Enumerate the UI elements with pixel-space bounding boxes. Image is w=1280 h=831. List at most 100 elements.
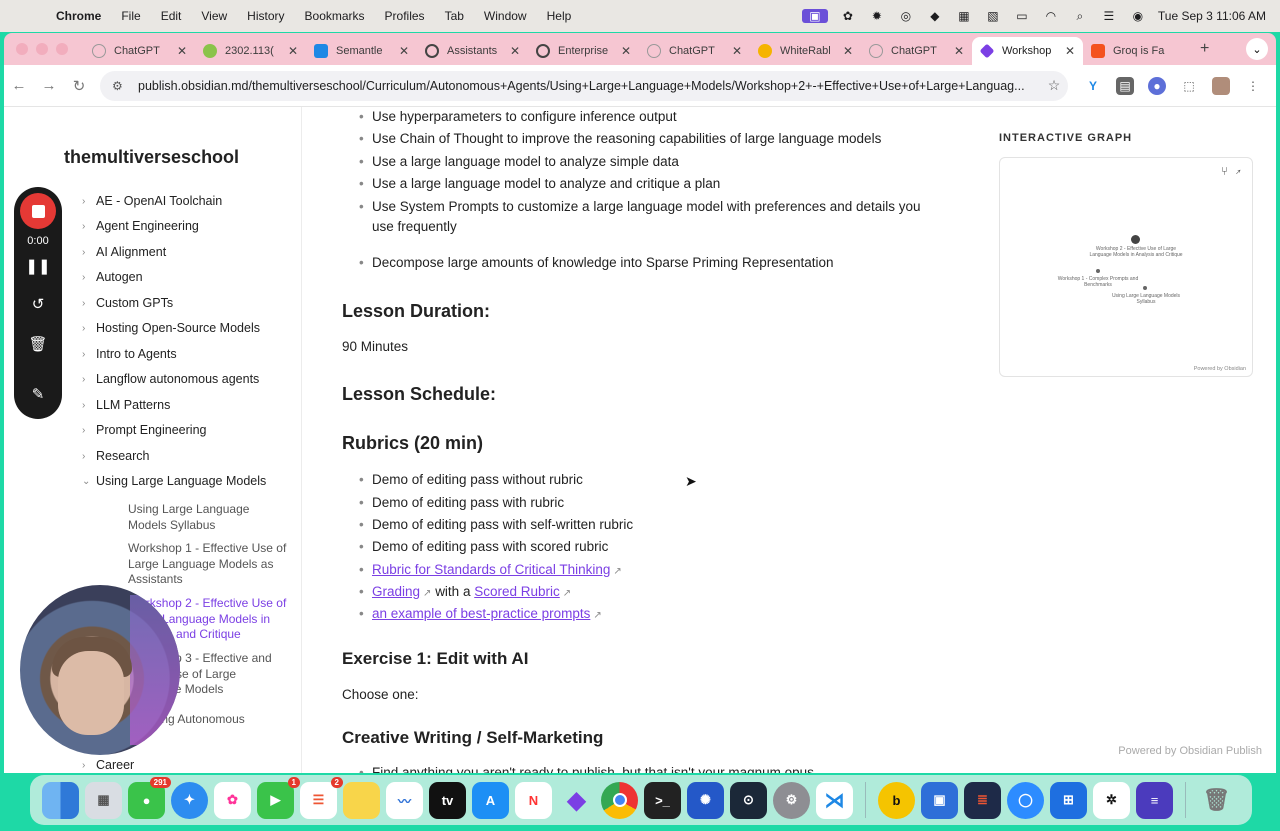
menu-app-chrome[interactable]: Chrome <box>46 0 111 32</box>
close-tab-icon[interactable]: ✕ <box>843 44 853 58</box>
notes-icon[interactable] <box>343 781 380 819</box>
bookmark-star-icon[interactable]: ☆ <box>1040 77 1068 94</box>
launchpad-icon[interactable]: ▦ <box>85 781 122 819</box>
trash-bin-icon[interactable]: 🗑 <box>1198 782 1235 819</box>
menu-edit[interactable]: Edit <box>151 0 192 32</box>
obsidian-icon[interactable]: ◆ <box>558 782 595 819</box>
extension-logo-icon[interactable]: ● <box>1148 76 1166 95</box>
window-tool-icon[interactable]: ▣ <box>921 781 958 819</box>
graph-canvas[interactable]: ⑂ ↗ Workshop 2 - Effective Use of Large … <box>999 157 1253 377</box>
chrome-menu-icon[interactable]: ⋮ <box>1244 77 1262 95</box>
graph-node[interactable] <box>1096 269 1100 273</box>
close-tab-icon[interactable]: ✕ <box>399 44 409 58</box>
sidebar-item-autogen[interactable]: › Autogen <box>82 270 143 284</box>
webcam-bubble[interactable] <box>20 585 180 755</box>
openai-status-icon[interactable]: ◎ <box>897 9 915 23</box>
sidebar-item-ae-openai-toolchain[interactable]: › AE - OpenAI Toolchain <box>82 194 222 208</box>
sidebar-item-custom-gpts[interactable]: › Custom GPTs <box>82 296 173 310</box>
bird-status-icon[interactable]: ◆ <box>926 9 944 23</box>
wifi-icon[interactable]: ◠ <box>1042 9 1060 23</box>
site-title[interactable]: themultiverseschool <box>64 147 239 168</box>
sidebar-item-career[interactable]: › Career <box>82 758 134 772</box>
reload-icon[interactable]: ↻ <box>64 77 94 95</box>
close-tab-icon[interactable]: ✕ <box>621 44 631 58</box>
chatgpt-app-icon[interactable]: ✲ <box>1093 781 1130 819</box>
menu-view[interactable]: View <box>191 0 237 32</box>
tab-assistants[interactable]: Assistants ✕ <box>417 37 528 65</box>
news-icon[interactable]: N <box>515 781 552 819</box>
sidebar-item-langflow[interactable]: › Langflow autonomous agents <box>82 372 259 386</box>
close-tab-icon[interactable]: ✕ <box>1065 44 1075 58</box>
tab-chatgpt-3[interactable]: ChatGPT ✕ <box>861 37 972 65</box>
safari-icon[interactable]: ✦ <box>171 781 208 819</box>
powered-by-obsidian-publish[interactable]: Powered by Obsidian Publish <box>1118 745 1262 757</box>
close-tab-icon[interactable]: ✕ <box>510 44 520 58</box>
battery-icon[interactable]: ▭ <box>1013 9 1031 23</box>
sidebar-item-ai-alignment[interactable]: › AI Alignment <box>82 245 166 259</box>
sidebar-item-intro-to-agents[interactable]: › Intro to Agents <box>82 347 177 361</box>
sidebar-item-agent-engineering[interactable]: › Agent Engineering <box>82 219 199 233</box>
stop-recording-button[interactable] <box>20 193 56 229</box>
forward-arrow-icon[interactable]: → <box>34 77 64 94</box>
pencil-icon[interactable]: ✎ <box>14 385 62 403</box>
graph-share-icon[interactable]: ⑂ <box>1221 164 1228 178</box>
site-settings-icon[interactable]: ⚙ <box>112 79 128 93</box>
menu-help[interactable]: Help <box>537 0 582 32</box>
sidebar-item-using-llms[interactable]: ⌄ Using Large Language Models <box>82 474 266 488</box>
minimize-window-button[interactable] <box>36 43 48 55</box>
messages-icon[interactable]: ● 291 <box>128 776 171 819</box>
menu-tab[interactable]: Tab <box>435 0 474 32</box>
facetime-icon[interactable]: ▶ 1 <box>257 776 300 819</box>
sidebar-item-research[interactable]: › Research <box>82 449 150 463</box>
screen-share-icon[interactable]: ▣ <box>801 9 828 23</box>
control-center-icon[interactable]: ☰ <box>1100 9 1118 23</box>
system-settings-icon[interactable]: ⚙ <box>773 781 810 819</box>
graph-node-current[interactable] <box>1131 235 1140 244</box>
freeform-icon[interactable]: 〰 <box>386 781 423 819</box>
app-status-icon[interactable]: ✿ <box>839 9 857 23</box>
menu-history[interactable]: History <box>237 0 294 32</box>
trash-icon[interactable]: 🗑 <box>14 335 62 353</box>
tab-workshop-active[interactable]: Workshop ✕ <box>972 37 1083 65</box>
cleanup-status-icon[interactable]: ▧ <box>984 9 1002 23</box>
stack-app-icon[interactable]: ≣ <box>964 781 1001 819</box>
grading-link[interactable]: Grading <box>372 584 420 599</box>
spotlight-search-icon[interactable]: ⌕ <box>1071 9 1089 23</box>
calendar-status-icon[interactable]: ▦ <box>955 9 973 23</box>
tab-semantle[interactable]: Semantle ✕ <box>306 37 417 65</box>
pause-icon[interactable]: ❚❚ <box>14 257 62 275</box>
close-tab-icon[interactable]: ✕ <box>288 44 298 58</box>
tab-arxiv[interactable]: 2302.113(✕ <box>195 37 306 65</box>
steam-icon[interactable]: ⊙ <box>730 781 767 819</box>
menu-file[interactable]: File <box>111 0 150 32</box>
new-tab-icon[interactable]: + <box>1200 40 1209 58</box>
close-tab-icon[interactable]: ✕ <box>177 44 187 58</box>
tab-search-chevron-icon[interactable]: ⌄ <box>1246 38 1268 60</box>
sidebar-item-prompt-engineering[interactable]: › Prompt Engineering <box>82 423 206 437</box>
windows-app-icon[interactable]: ⊞ <box>1050 781 1087 819</box>
sidebar-item-hosting-open-source-models[interactable]: › Hosting Open-Source Models <box>82 321 260 335</box>
graph-expand-icon[interactable]: ↗ <box>1235 164 1242 178</box>
menu-bookmarks[interactable]: Bookmarks <box>295 0 375 32</box>
reminders-icon[interactable]: ☰ 2 <box>300 776 343 819</box>
close-tab-icon[interactable]: ✕ <box>954 44 964 58</box>
tab-chatgpt-1[interactable]: ChatGPT ✕ <box>84 37 195 65</box>
menu-window[interactable]: Window <box>474 0 537 32</box>
menubar-clock[interactable]: Tue Sep 3 11:06 AM <box>1158 9 1266 23</box>
close-tab-icon[interactable]: ✕ <box>732 44 742 58</box>
text-app-icon[interactable]: ≡ <box>1136 781 1173 819</box>
close-window-button[interactable] <box>16 43 28 55</box>
finder-icon[interactable] <box>42 781 79 819</box>
bezel-icon[interactable]: b <box>878 781 915 819</box>
gear-status-icon[interactable]: ✹ <box>868 9 886 23</box>
extension-keyboard-icon[interactable]: ▤ <box>1116 76 1134 95</box>
sidebar-item-llm-patterns[interactable]: › LLM Patterns <box>82 398 170 412</box>
menu-profiles[interactable]: Profiles <box>375 0 435 32</box>
sidebar-subitem-workshop-1[interactable]: Workshop 1 - Effective Use of Large Lang… <box>128 541 288 588</box>
extensions-puzzle-icon[interactable]: ⬚ <box>1180 77 1198 95</box>
photos-icon[interactable]: ✿ <box>214 781 251 819</box>
extension-y-icon[interactable]: Y <box>1084 77 1102 95</box>
terminal-icon[interactable]: >_ <box>644 781 681 819</box>
url-text[interactable]: publish.obsidian.md/themultiverseschool/… <box>138 79 1040 93</box>
tab-chatgpt-2[interactable]: ChatGPT ✕ <box>639 37 750 65</box>
